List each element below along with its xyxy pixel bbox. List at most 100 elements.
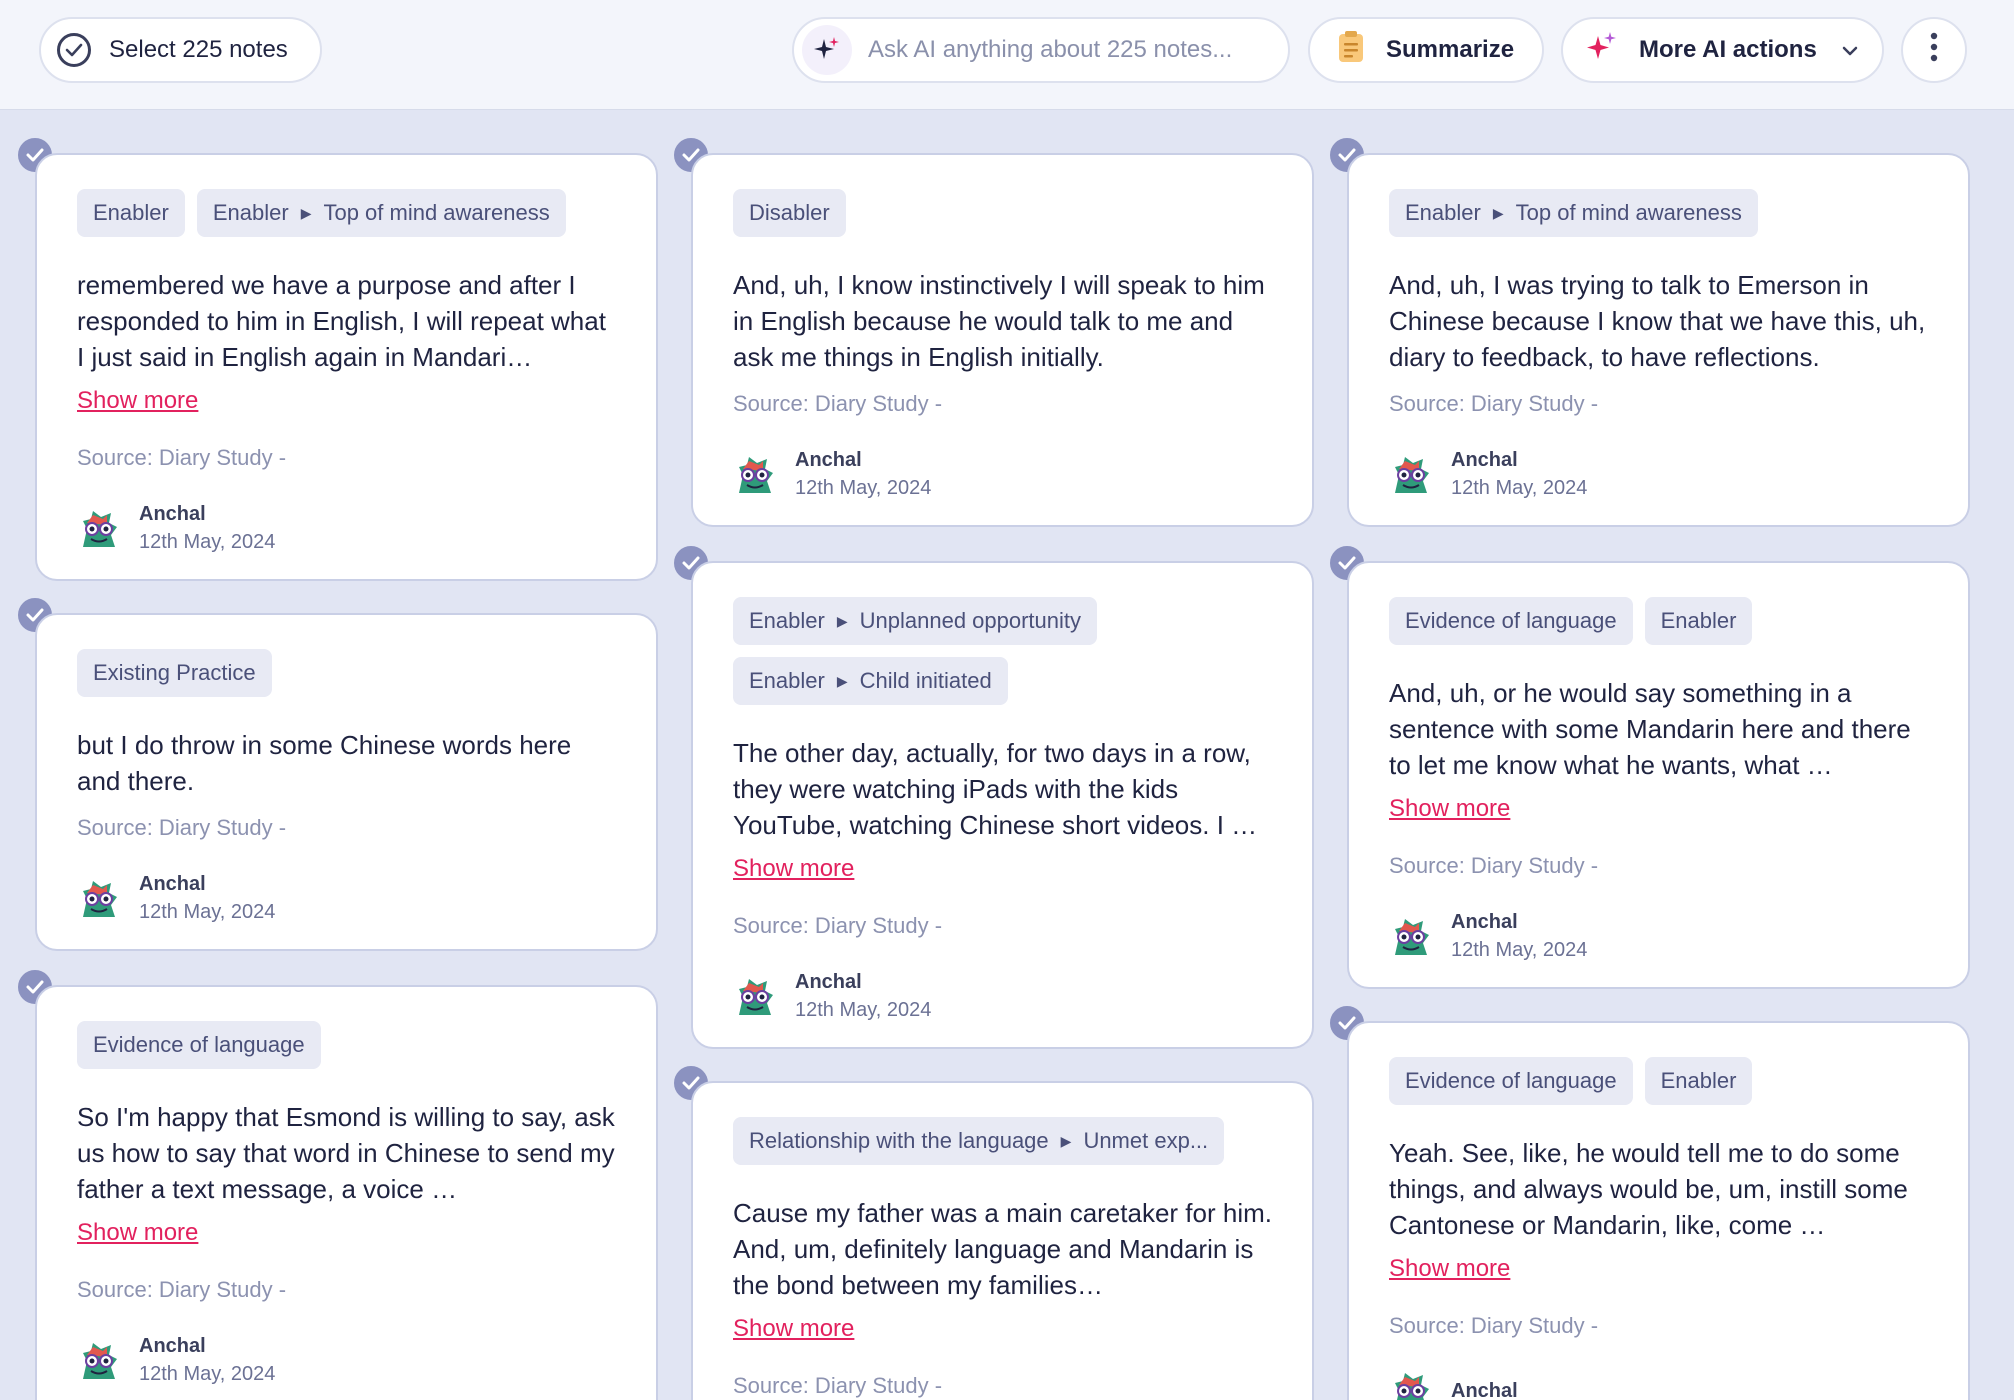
author-row: Anchal 12th May, 2024 (1389, 447, 1928, 503)
note-date: 12th May, 2024 (795, 477, 932, 499)
note-card[interactable]: Evidence of language Enabler Yeah. See, … (1347, 1021, 1970, 1400)
caret-right-icon: ▶ (1060, 1132, 1072, 1149)
select-notes-button[interactable]: Select 225 notes (39, 17, 322, 83)
ask-ai-placeholder: Ask AI anything about 225 notes... (868, 36, 1233, 63)
tag-list: Disabler (733, 189, 1272, 237)
top-toolbar: Select 225 notes Ask AI anything about 2… (0, 0, 2014, 110)
note-source: Source: Diary Study - (733, 1373, 943, 1398)
show-more-link[interactable]: Show more (77, 387, 198, 415)
author-row: Anchal 12th May, 2024 (733, 969, 1272, 1025)
note-source: Source: Diary Study - (1389, 1313, 1599, 1338)
note-source: Source: Diary Study - (1389, 853, 1599, 878)
note-card[interactable]: Evidence of language So I'm happy that E… (35, 985, 658, 1400)
tag-list: Evidence of language (77, 1021, 616, 1069)
tag[interactable]: Evidence of language (1389, 597, 1633, 645)
note-date: 12th May, 2024 (1451, 939, 1588, 961)
tag-list: Enabler ▶ Unplanned opportunity Enabler ▶ Ch… (733, 597, 1153, 705)
avatar (77, 877, 121, 921)
tag[interactable]: Relationship with the language ▶ Unmet exp… (733, 1117, 1225, 1165)
tag-list: Enabler ▶ Top of mind awareness (1389, 189, 1928, 237)
note-text: And, uh, I was trying to talk to Emerson… (1389, 270, 1926, 372)
tag[interactable]: Enabler ▶ Top of mind awareness (196, 189, 566, 237)
note-date: 12th May, 2024 (139, 531, 276, 553)
note-date: 12th May, 2024 (139, 901, 276, 923)
author-name: Anchal (1451, 911, 1518, 933)
note-text: but I do throw in some Chinese words her… (77, 730, 572, 796)
note-card[interactable]: Disabler And, uh, I know instinctively I… (691, 153, 1314, 527)
avatar (733, 453, 777, 497)
avatar (77, 507, 121, 551)
note-date: 12th May, 2024 (795, 999, 932, 1021)
avatar (1389, 453, 1433, 497)
tag-list: Evidence of language Enabler (1389, 1057, 1928, 1105)
avatar (1389, 1369, 1433, 1400)
author-name: Anchal (139, 1335, 206, 1357)
note-card[interactable]: Enabler Enabler ▶ Top of mind awareness re… (35, 153, 658, 581)
note-source: Source: Diary Study - (77, 1277, 287, 1302)
tag[interactable]: Enabler ▶ Child initiated (733, 657, 1008, 705)
tag[interactable]: Enabler (77, 189, 185, 237)
note-text: Cause my father was a main caretaker for… (733, 1198, 1272, 1300)
caret-right-icon: ▶ (300, 204, 312, 221)
note-source: Source: Diary Study - (77, 815, 287, 840)
note-date: 12th May, 2024 (1451, 477, 1588, 499)
author-row: Anchal 12th May, 2024 (733, 447, 1272, 503)
author-name: Anchal (1451, 1380, 1518, 1400)
show-more-link[interactable]: Show more (77, 1219, 198, 1247)
caret-right-icon: ▶ (836, 672, 848, 689)
note-source: Source: Diary Study - (733, 913, 943, 938)
tag[interactable]: Enabler ▶ Top of mind awareness (1389, 189, 1758, 237)
tag[interactable]: Disabler (733, 189, 846, 237)
note-text: So I'm happy that Esmond is willing to s… (77, 1102, 615, 1204)
chevron-down-icon (1841, 36, 1859, 64)
sparkle-icon (1585, 30, 1619, 71)
tag[interactable]: Enabler (1644, 597, 1753, 645)
tag[interactable]: Enabler ▶ Unplanned opportunity (733, 597, 1098, 645)
author-name: Anchal (795, 971, 862, 993)
document-icon (1338, 30, 1364, 70)
tag[interactable]: Existing Practice (77, 649, 272, 697)
caret-right-icon: ▶ (1492, 204, 1504, 221)
more-ai-actions-label: More AI actions (1639, 36, 1817, 63)
author-name: Anchal (139, 873, 206, 895)
author-row: Anchal 12th May, 2024 (1389, 909, 1928, 965)
show-more-link[interactable]: Show more (733, 1315, 854, 1343)
more-options-button[interactable] (1901, 17, 1967, 83)
tag-list: Evidence of language Enabler (1389, 597, 1928, 645)
author-row: Anchal 12th May, 2024 (77, 1333, 616, 1389)
note-card[interactable]: Existing Practice but I do throw in some… (35, 613, 658, 951)
kebab-menu-icon (1930, 31, 1938, 70)
avatar (1389, 915, 1433, 959)
tag[interactable]: Enabler (1644, 1057, 1753, 1105)
note-card[interactable]: Evidence of language Enabler And, uh, or… (1347, 561, 1970, 989)
avatar (733, 975, 777, 1019)
author-row: Anchal (1389, 1369, 1928, 1400)
avatar (77, 1339, 121, 1383)
tag-list: Relationship with the language ▶ Unmet exp… (733, 1117, 1272, 1165)
note-card[interactable]: Relationship with the language ▶ Unmet exp… (691, 1081, 1314, 1400)
note-source: Source: Diary Study - (77, 445, 287, 470)
note-card[interactable]: Enabler ▶ Top of mind awareness And, uh, I… (1347, 153, 1970, 527)
author-row: Anchal 12th May, 2024 (77, 871, 616, 927)
summarize-button[interactable]: Summarize (1308, 17, 1544, 83)
tag-list: Existing Practice (77, 649, 616, 697)
note-source: Source: Diary Study - (733, 391, 943, 416)
note-date: 12th May, 2024 (139, 1363, 276, 1385)
note-text: Yeah. See, like, he would tell me to do … (1389, 1138, 1908, 1240)
ask-ai-input[interactable]: Ask AI anything about 225 notes... (792, 17, 1290, 83)
tag-list: Enabler Enabler ▶ Top of mind awareness (77, 189, 616, 237)
tag[interactable]: Evidence of language (77, 1021, 321, 1069)
note-source: Source: Diary Study - (1389, 391, 1599, 416)
note-card[interactable]: Enabler ▶ Unplanned opportunity Enabler ▶ Ch… (691, 561, 1314, 1049)
note-text: remembered we have a purpose and after I… (77, 270, 606, 372)
show-more-link[interactable]: Show more (1389, 1255, 1510, 1283)
note-text: And, uh, or he would say something in a … (1389, 678, 1911, 780)
more-ai-actions-dropdown[interactable]: More AI actions (1561, 17, 1884, 83)
summarize-label: Summarize (1386, 36, 1515, 63)
check-circle-icon (57, 33, 91, 67)
caret-right-icon: ▶ (836, 612, 848, 629)
ai-sparkle-icon (802, 25, 852, 75)
tag[interactable]: Evidence of language (1389, 1057, 1633, 1105)
show-more-link[interactable]: Show more (733, 855, 854, 883)
show-more-link[interactable]: Show more (1389, 795, 1510, 823)
